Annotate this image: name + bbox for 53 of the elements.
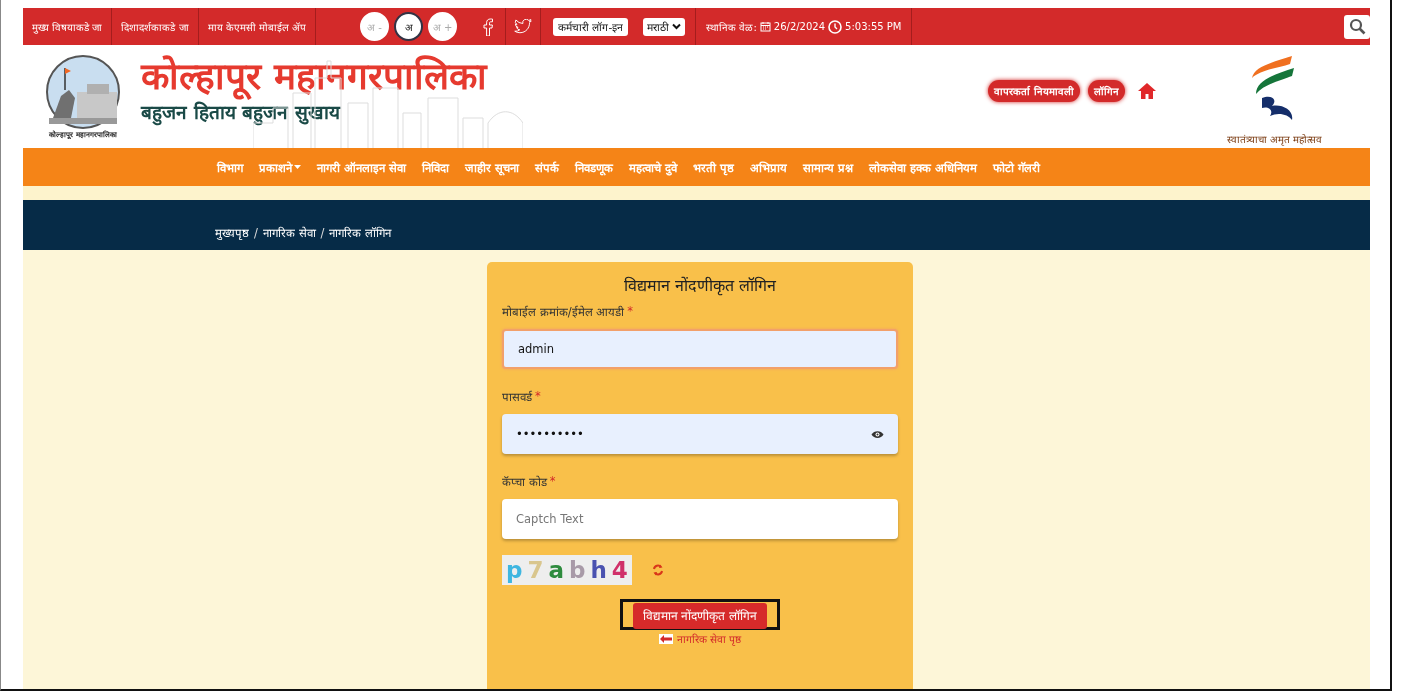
breadcrumb-separator: / <box>254 226 258 240</box>
site-title: कोल्हापूर महानगरपालिका <box>141 56 487 99</box>
breadcrumb-item: नागरिक लॉगिन <box>329 225 392 240</box>
input-field[interactable]: admin <box>502 329 898 369</box>
refresh-icon[interactable] <box>651 564 664 576</box>
caret-icon <box>672 23 682 30</box>
font-size-button[interactable]: अ + <box>428 12 458 41</box>
nav-item[interactable]: जाहीर सूचना <box>457 159 528 175</box>
nav-item[interactable]: संपर्क <box>527 159 568 175</box>
field-label: पासवर्ड <box>502 389 532 404</box>
font-size-button[interactable]: अ - <box>360 12 390 41</box>
nav-item[interactable]: फोटो गॅलरी <box>985 159 1049 175</box>
nav-item[interactable]: अभिप्राय <box>742 159 796 175</box>
back-arrow-icon <box>658 634 673 644</box>
nav-item[interactable]: भरती पृष्ठ <box>685 159 743 175</box>
required-mark: * <box>549 474 556 489</box>
back-link[interactable]: नागरिक सेवा पृष्ठ <box>676 632 742 646</box>
breadcrumb-separator: / <box>320 226 325 240</box>
eye-icon[interactable] <box>871 429 884 439</box>
font-size-button[interactable]: अ <box>394 12 424 41</box>
twitter-icon[interactable] <box>514 19 533 34</box>
required-mark: * <box>627 304 633 319</box>
nav-item[interactable]: महत्वाचे दुवे <box>621 159 686 175</box>
required-mark: * <box>535 389 541 404</box>
input-field[interactable]: Captch Text <box>502 499 898 539</box>
facebook-icon[interactable] <box>483 17 494 36</box>
staff-login-button[interactable]: कर्मचारी लॉग-इन <box>553 17 629 36</box>
search-button[interactable] <box>1344 14 1370 39</box>
field-label: कॅप्चा कोड <box>502 474 547 489</box>
password-field[interactable]: •••••••••• <box>502 414 898 454</box>
login-button[interactable]: विद्यमान नोंदणीकृत लॉगिन <box>632 603 768 629</box>
breadcrumb-item[interactable]: नागरिक सेवा <box>262 225 316 240</box>
captcha-image: p 7 a b h 4 <box>502 555 632 585</box>
calendar-icon <box>759 21 771 32</box>
time-text: 5:03:55 PM <box>845 21 902 32</box>
field-label: मोबाईल क्रमांक/ईमेल आयडी <box>502 304 625 319</box>
form-title: विद्यमान नोंदणीकृत लॉगिन <box>622 275 778 296</box>
nav-item[interactable]: लोकसेवा हक्क अधिनियम <box>861 159 986 175</box>
nav-item[interactable]: विभाग <box>209 159 251 175</box>
nav-item[interactable]: निवडणूक <box>567 159 622 175</box>
breadcrumb-item[interactable]: मुख्यपृष्ठ <box>215 225 249 240</box>
nav-item[interactable]: नागरी ऑनलाइन सेवा <box>309 159 414 175</box>
mahotsav-caption: स्वातंत्र्याचा अमृत महोत्सव <box>1226 132 1322 146</box>
nav-item[interactable]: प्रकाशने <box>251 159 309 175</box>
local-time-label: स्थानिक वेळ: <box>706 20 757 34</box>
home-icon[interactable] <box>1136 81 1157 100</box>
nav-item[interactable]: निविदा <box>414 159 457 175</box>
date-text: 26/2/2024 <box>773 21 826 32</box>
header-button[interactable]: लॉगिन <box>1087 79 1125 102</box>
language-select[interactable]: मराठी <box>643 17 686 36</box>
nav-item[interactable]: सामान्य प्रश्न <box>795 159 862 175</box>
header-button[interactable]: वापरकर्ता नियमावली <box>988 79 1080 102</box>
clock-icon <box>828 19 843 34</box>
